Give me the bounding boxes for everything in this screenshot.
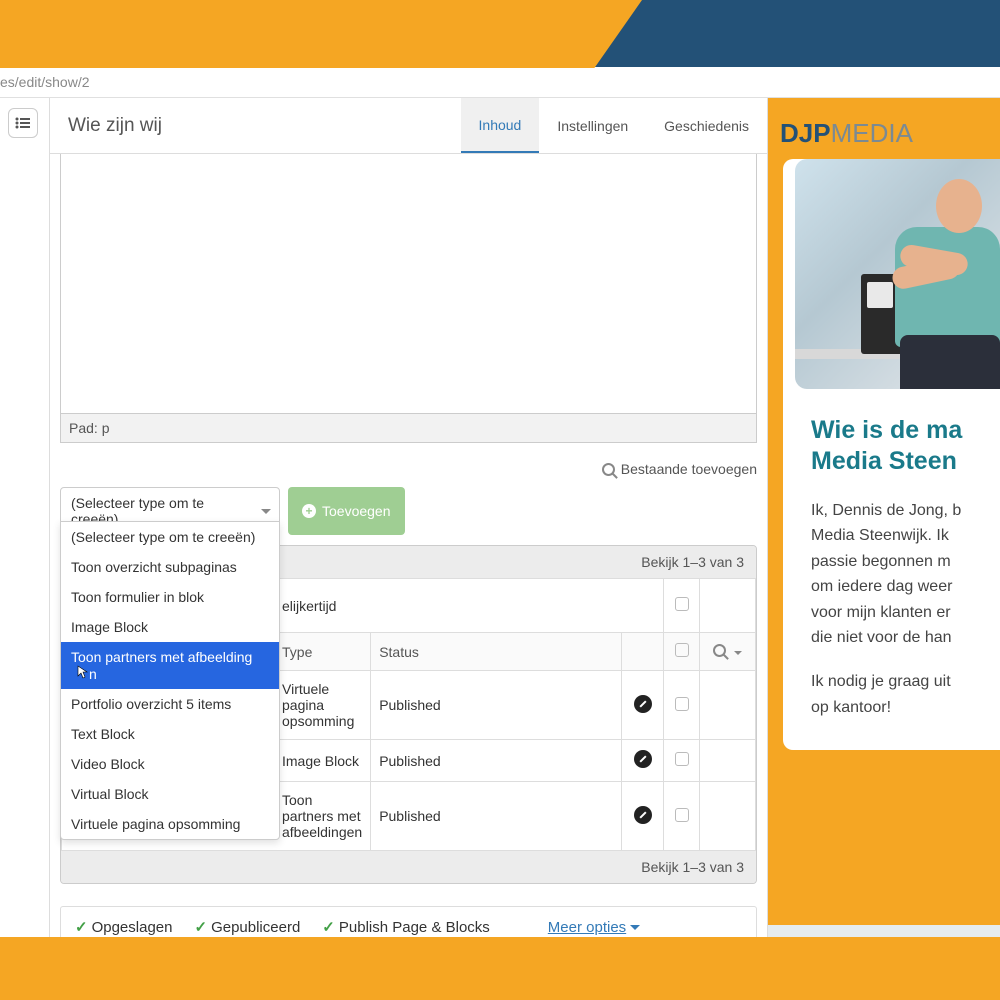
tab-content[interactable]: Inhoud — [461, 98, 540, 153]
tree-toggle-button[interactable] — [8, 108, 38, 138]
row-checkbox[interactable] — [675, 808, 689, 822]
page-title: Wie zijn wij — [50, 115, 461, 137]
edit-icon[interactable] — [634, 806, 652, 824]
dropdown-option[interactable]: Virtuele pagina opsomming — [61, 809, 279, 839]
status-published: ✓Gepubliceerd — [194, 918, 300, 936]
cell-status: Published — [371, 671, 622, 740]
dropdown-option[interactable]: Text Block — [61, 719, 279, 749]
row-checkbox[interactable] — [675, 752, 689, 766]
page-header: Wie zijn wij Inhoud Instellingen Geschie… — [50, 98, 767, 154]
preview-photo — [795, 159, 1000, 389]
preview-card: Wie is de maMedia Steen Ik, Dennis de Jo… — [783, 159, 1000, 750]
type-dropdown[interactable]: (Selecteer type om te creeën)Toon overzi… — [60, 521, 280, 840]
preview-heading: Wie is de maMedia Steen — [783, 389, 1000, 498]
left-sidebar — [0, 98, 50, 1000]
dropdown-option[interactable]: Toon overzicht subpaginas — [61, 552, 279, 582]
preview-paragraph: Ik nodig je graag uitop kantoor! — [783, 669, 1000, 720]
search-icon — [713, 644, 726, 657]
plus-circle-icon: + — [302, 504, 316, 518]
status-publish-blocks[interactable]: ✓Publish Page & Blocks — [322, 918, 490, 936]
list-icon — [15, 117, 31, 129]
dropdown-option[interactable]: Virtual Block — [61, 779, 279, 809]
url-bar: es/edit/show/2 — [0, 68, 1000, 98]
col-status[interactable]: Status — [371, 633, 622, 671]
dropdown-option[interactable]: Toon formulier in blok — [61, 582, 279, 612]
cell-status: Published — [371, 740, 622, 782]
tab-settings[interactable]: Instellingen — [539, 98, 646, 153]
preview-paragraph: Ik, Dennis de Jong, bMedia Steenwijk. Ik… — [783, 498, 1000, 652]
chevron-down-icon — [261, 509, 271, 519]
status-saved: ✓Opgeslagen — [75, 918, 172, 936]
grid-pager-bottom: Bekijk 1–3 van 3 — [61, 851, 756, 883]
tab-history[interactable]: Geschiedenis — [646, 98, 767, 153]
add-button[interactable]: + Toevoegen — [288, 487, 405, 535]
more-options-link[interactable]: Meer opties — [548, 919, 640, 936]
edit-icon[interactable] — [634, 695, 652, 713]
row-checkbox[interactable] — [675, 697, 689, 711]
cursor-icon — [77, 665, 89, 682]
grid-section-title: elijkertijd — [282, 598, 336, 614]
select-all-section-checkbox[interactable] — [675, 597, 689, 611]
preview-panel: DJPMEDIA Wie is de maMedia Steen Ik, Den… — [768, 98, 1000, 1000]
preview-logo: DJPMEDIA — [768, 106, 1000, 149]
tabs: Inhoud Instellingen Geschiedenis — [461, 98, 767, 153]
edit-icon[interactable] — [634, 750, 652, 768]
rte-path: Pad: p — [60, 414, 757, 443]
dropdown-option[interactable]: Image Block — [61, 612, 279, 642]
dropdown-option[interactable]: Portfolio overzicht 5 items — [61, 689, 279, 719]
dropdown-option[interactable]: Video Block — [61, 749, 279, 779]
rich-text-editor[interactable] — [60, 154, 757, 414]
bottom-band — [0, 937, 1000, 1000]
chevron-down-icon — [734, 651, 742, 659]
main-panel: Wie zijn wij Inhoud Instellingen Geschie… — [50, 98, 768, 1000]
dropdown-option[interactable]: Toon partners met afbeeldingn — [61, 642, 279, 689]
select-all-checkbox[interactable] — [675, 643, 689, 657]
search-icon — [602, 463, 615, 476]
check-icon: ✓ — [194, 919, 207, 936]
cell-status: Published — [371, 782, 622, 851]
existing-add-link[interactable]: Bestaande toevoegen — [621, 461, 757, 477]
dropdown-option[interactable]: (Selecteer type om te creeën) — [61, 522, 279, 552]
existing-link-row: Bestaande toevoegen — [50, 443, 767, 487]
check-icon: ✓ — [322, 919, 335, 936]
check-icon: ✓ — [75, 919, 88, 936]
add-button-label: Toevoegen — [322, 503, 391, 519]
chevron-down-icon — [630, 925, 640, 935]
col-actions[interactable] — [700, 633, 756, 671]
